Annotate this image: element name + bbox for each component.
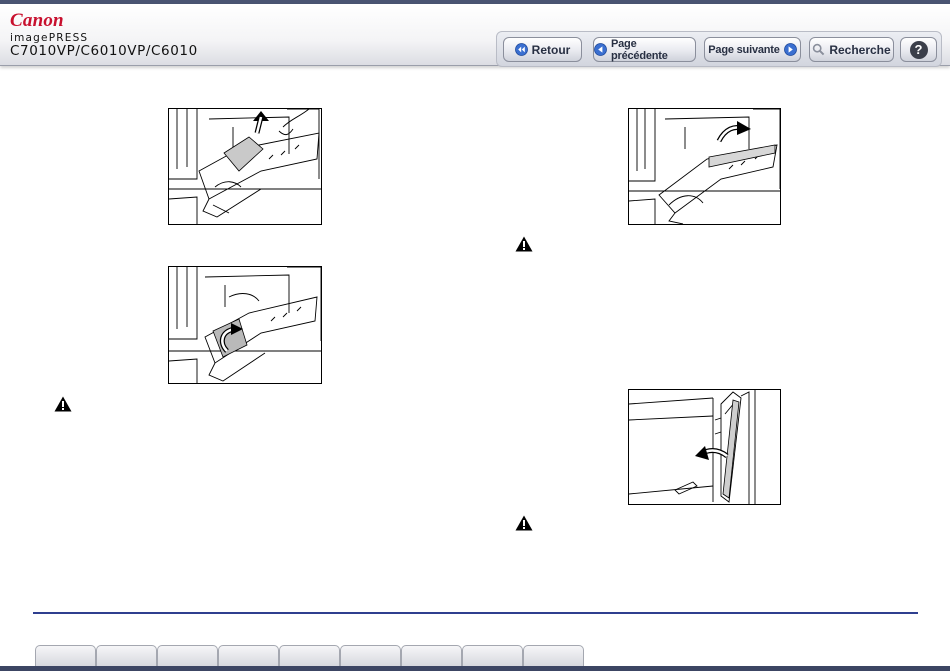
- manual-page: Canon imagePRESS C7010VP/C6010VP/C6010 R…: [0, 0, 950, 671]
- footer-divider: [33, 612, 918, 614]
- search-button[interactable]: Recherche: [809, 37, 894, 62]
- next-page-label: Page suivante: [708, 43, 780, 56]
- previous-page-label: Page précédente: [611, 37, 668, 62]
- illustration-close-side-door: [628, 389, 781, 505]
- illustration-turn-knob: [168, 266, 322, 384]
- previous-page-button[interactable]: Page précédente: [593, 37, 696, 62]
- warning-triangle-icon: [515, 236, 533, 252]
- illustration-close-cover: [628, 108, 781, 225]
- question-icon: ?: [909, 40, 928, 59]
- navigation-toolbar: Retour Page précédente Page suivante Rec…: [496, 31, 942, 67]
- rewind-icon: [514, 43, 528, 56]
- warning-triangle-icon: [54, 396, 72, 412]
- model-names: C7010VP/C6010VP/C6010: [10, 43, 198, 59]
- header: Canon imagePRESS C7010VP/C6010VP/C6010 R…: [0, 4, 950, 67]
- back-button[interactable]: Retour: [503, 37, 582, 62]
- arrow-left-icon: [594, 43, 607, 56]
- search-label: Recherche: [829, 42, 891, 57]
- next-page-button[interactable]: Page suivante: [704, 37, 801, 62]
- magnifier-icon: [812, 43, 825, 56]
- arrow-right-icon: [783, 43, 797, 56]
- illustration-remove-paper-up: [168, 108, 322, 225]
- warning-triangle-icon: [515, 515, 533, 531]
- brand-logo: Canon: [10, 10, 64, 31]
- help-button[interactable]: ?: [900, 37, 937, 62]
- bottom-accent-bar: [0, 666, 950, 671]
- back-label: Retour: [531, 42, 571, 57]
